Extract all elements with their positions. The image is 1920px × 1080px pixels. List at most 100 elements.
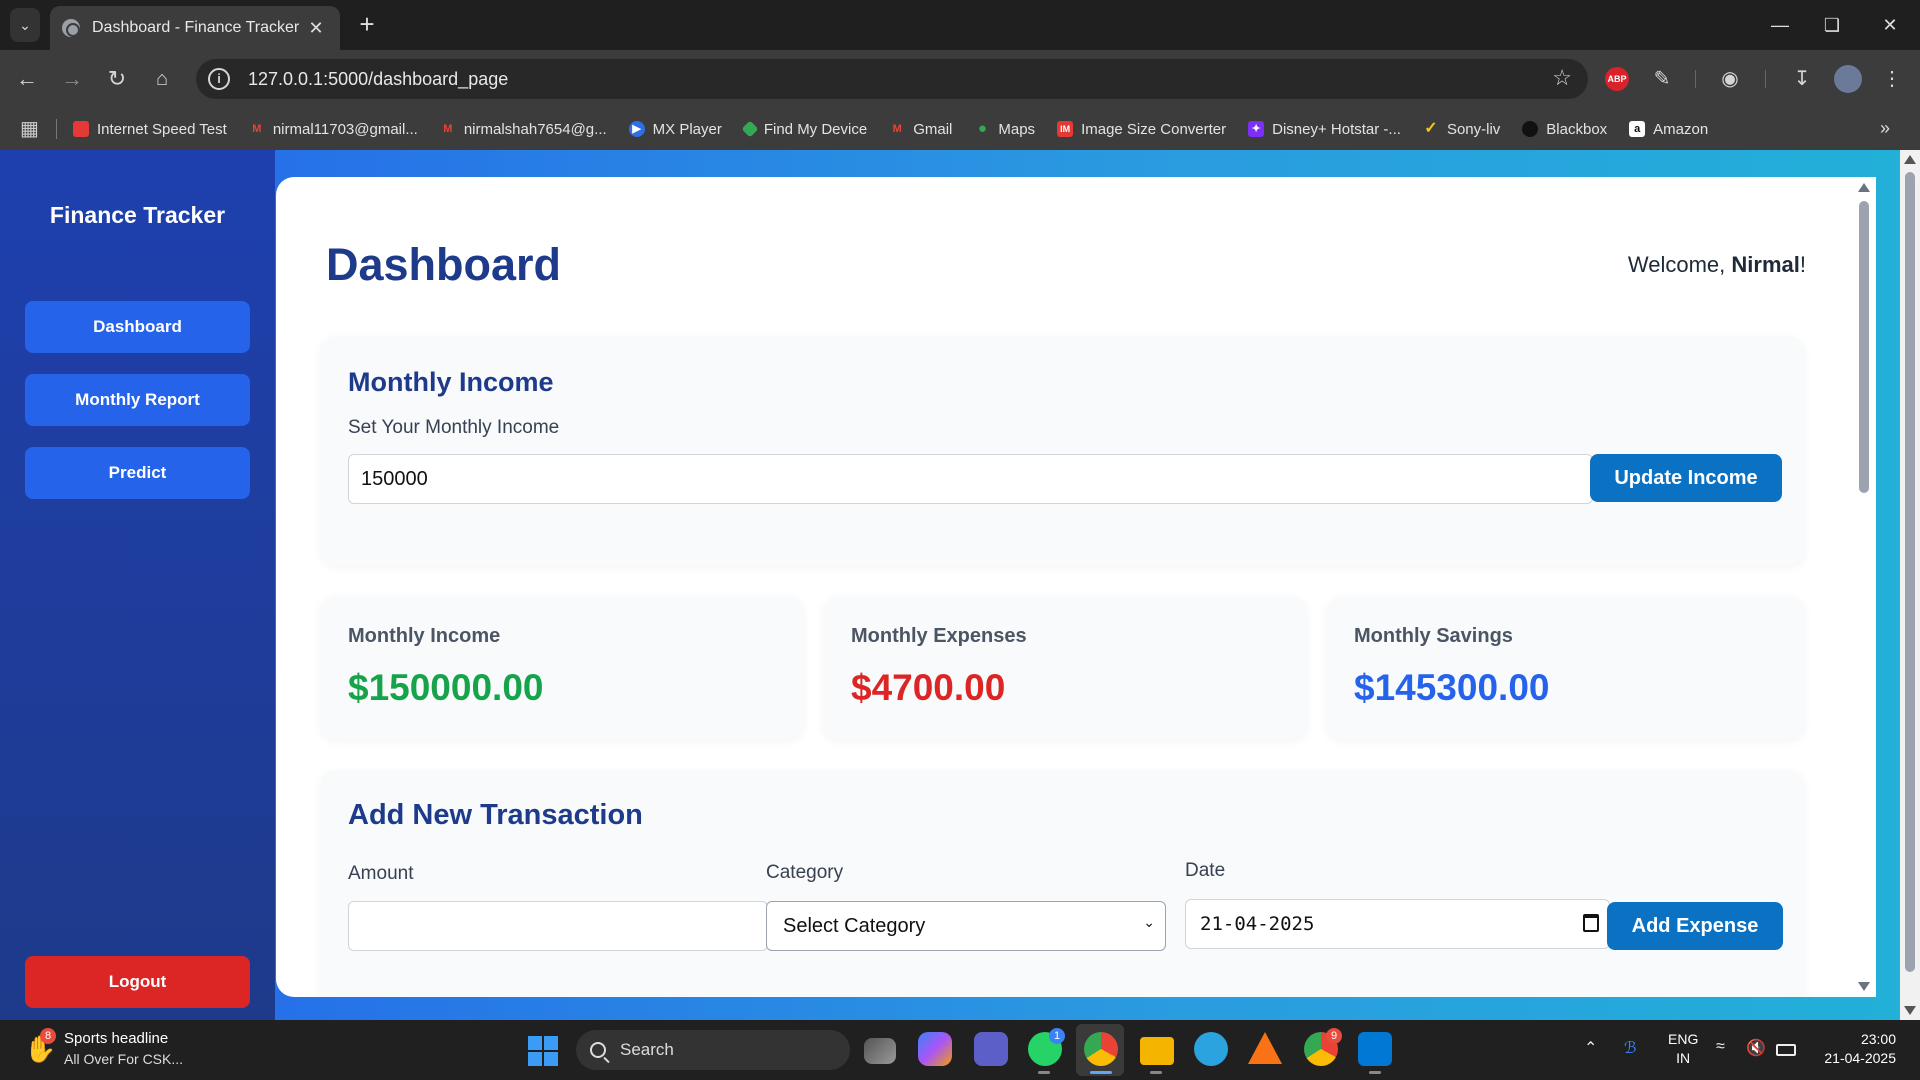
extensions-puzzle-icon[interactable]: ✎ xyxy=(1646,63,1678,95)
chrome-profile-badge: 9 xyxy=(1326,1028,1342,1044)
copilot-icon[interactable] xyxy=(918,1032,952,1066)
inner-scrollbar[interactable] xyxy=(1852,177,1876,997)
tab-search-chevron-icon[interactable]: ⌄ xyxy=(10,8,40,42)
monthly-income-input[interactable]: 150000 xyxy=(348,454,1593,504)
sidebar-item-dashboard[interactable]: Dashboard xyxy=(25,301,250,353)
reload-icon[interactable]: ↻ xyxy=(100,62,134,96)
speedometer-icon xyxy=(73,121,89,137)
logout-button[interactable]: Logout xyxy=(25,956,250,1008)
kebab-menu-icon[interactable]: ⋮ xyxy=(1876,63,1908,95)
vscode-icon[interactable] xyxy=(1358,1032,1392,1066)
page-viewport: Finance Tracker Dashboard Monthly Report… xyxy=(0,150,1920,1020)
profile-avatar[interactable] xyxy=(1834,65,1862,93)
blackbox-icon xyxy=(1522,121,1539,137)
address-bar[interactable]: i 127.0.0.1:5000/dashboard_page ☆ xyxy=(196,59,1588,99)
bookmark-blackbox[interactable]: Blackbox xyxy=(1522,121,1607,138)
minimize-icon[interactable]: — xyxy=(1760,8,1800,42)
bookmarks-bar: ▦ Internet Speed Test Mnirmal11703@gmail… xyxy=(0,108,1920,150)
sidebar-item-predict[interactable]: Predict xyxy=(25,447,250,499)
browser-tab-bar: ⌄ Dashboard - Finance Tracker ✕ + — ❏ ✕ xyxy=(0,0,1920,50)
wifi-icon[interactable]: ≈ xyxy=(1716,1038,1725,1056)
category-label: Category xyxy=(766,862,844,883)
bookmark-mx-player[interactable]: ▶ MX Player xyxy=(628,121,722,138)
find-device-icon xyxy=(741,120,759,138)
speaker-muted-icon[interactable]: 🔇 xyxy=(1746,1038,1766,1058)
home-icon[interactable]: ⌂ xyxy=(145,62,179,96)
new-tab-plus-icon[interactable]: + xyxy=(352,10,382,40)
bookmark-gmail-account-2[interactable]: Mnirmalshah7654@g... xyxy=(440,121,606,138)
telegram-icon[interactable] xyxy=(1194,1032,1228,1066)
task-view-icon[interactable] xyxy=(864,1038,896,1064)
stat-card-expenses: Monthly Expenses $4700.00 xyxy=(824,597,1306,739)
running-indicator xyxy=(1150,1071,1162,1074)
bluetooth-icon[interactable]: ℬ xyxy=(1624,1038,1637,1058)
bookmarks-divider xyxy=(56,119,57,139)
stat-value-income: $150000.00 xyxy=(348,667,544,708)
taskbar-search[interactable]: Search xyxy=(576,1030,850,1070)
page-title: Dashboard xyxy=(326,239,562,290)
page-scrollbar[interactable] xyxy=(1900,150,1920,1020)
bookmark-gmail[interactable]: M Gmail xyxy=(889,121,953,138)
browser-toolbar: ← → ↻ ⌂ i 127.0.0.1:5000/dashboard_page … xyxy=(0,50,1920,108)
bookmark-star-icon[interactable]: ☆ xyxy=(1552,65,1572,91)
date-input[interactable]: 21-04-2025 xyxy=(1185,899,1610,949)
add-expense-button[interactable]: Add Expense xyxy=(1607,902,1783,950)
system-clock[interactable]: 23:00 21-04-2025 xyxy=(1824,1030,1896,1068)
forward-arrow-icon[interactable]: → xyxy=(55,62,89,96)
bookmark-sony-liv[interactable]: ✓ Sony-liv xyxy=(1423,121,1500,138)
category-select[interactable]: Select Category ⌄ xyxy=(766,901,1166,951)
language-indicator[interactable]: ENG IN xyxy=(1668,1030,1698,1068)
bookmark-maps[interactable]: ● Maps xyxy=(974,121,1035,138)
news-subtitle: All Over For CSK... xyxy=(64,1051,184,1067)
stat-label-savings: Monthly Savings xyxy=(1354,625,1513,647)
chevron-down-icon: ⌄ xyxy=(1143,914,1155,930)
date-value: 21-04-2025 xyxy=(1200,913,1315,935)
bookmark-image-size-converter[interactable]: IM Image Size Converter xyxy=(1057,121,1226,138)
bookmark-find-my-device[interactable]: Find My Device xyxy=(741,120,867,138)
apps-grid-icon[interactable]: ▦ xyxy=(20,118,42,140)
scroll-up-arrow-icon[interactable] xyxy=(1858,183,1870,192)
page-scroll-up-icon[interactable] xyxy=(1904,155,1916,164)
news-title: Sports headline xyxy=(64,1030,169,1047)
back-arrow-icon[interactable]: ← xyxy=(10,62,44,96)
browser-tab-active[interactable]: Dashboard - Finance Tracker ✕ xyxy=(50,6,340,50)
amazon-icon: a xyxy=(1629,121,1646,137)
bookmark-amazon[interactable]: a Amazon xyxy=(1629,121,1708,138)
vlc-icon[interactable] xyxy=(1248,1032,1282,1064)
stat-label-income: Monthly Income xyxy=(348,625,501,647)
bookmark-disney-hotstar[interactable]: ✦ Disney+ Hotstar -... xyxy=(1248,121,1401,138)
file-explorer-icon[interactable] xyxy=(1140,1037,1174,1065)
bookmark-internet-speed-test[interactable]: Internet Speed Test xyxy=(73,121,227,138)
sidebar: Finance Tracker Dashboard Monthly Report… xyxy=(0,150,275,1020)
main-content: Dashboard Welcome, Nirmal! Monthly Incom… xyxy=(276,177,1876,997)
bookmark-gmail-account-1[interactable]: Mnirmal11703@gmail... xyxy=(249,121,418,138)
show-hidden-icons-chevron-icon[interactable]: ⌃ xyxy=(1584,1038,1597,1058)
amount-input[interactable] xyxy=(348,901,768,951)
page-scroll-thumb[interactable] xyxy=(1905,172,1915,972)
battery-icon[interactable] xyxy=(1776,1044,1796,1056)
mx-player-icon: ▶ xyxy=(628,121,645,137)
user-name: Nirmal xyxy=(1731,252,1800,277)
download-icon[interactable]: ↧ xyxy=(1786,63,1818,95)
chrome-icon[interactable] xyxy=(1084,1032,1118,1066)
inner-scroll-thumb[interactable] xyxy=(1859,201,1869,493)
calendar-icon[interactable] xyxy=(1583,914,1599,932)
windows-start-icon[interactable] xyxy=(528,1036,558,1066)
site-info-icon[interactable]: i xyxy=(208,68,230,90)
adblock-plus-icon[interactable]: ABP xyxy=(1605,67,1629,91)
brand-title: Finance Tracker xyxy=(49,202,226,228)
more-bookmarks-chevron-icon[interactable]: » xyxy=(1880,118,1890,139)
clock-time: 23:00 xyxy=(1860,1031,1896,1047)
windows-taskbar: ✋ 8 Sports headline All Over For CSK... … xyxy=(0,1020,1920,1080)
teams-icon[interactable] xyxy=(974,1032,1008,1066)
restore-icon[interactable]: ❏ xyxy=(1812,8,1852,42)
scroll-down-arrow-icon[interactable] xyxy=(1858,982,1870,991)
incognito-icon[interactable]: ◉ xyxy=(1714,63,1746,95)
add-transaction-heading: Add New Transaction xyxy=(348,799,643,831)
page-scroll-down-icon[interactable] xyxy=(1904,1006,1916,1015)
stat-value-savings: $145300.00 xyxy=(1354,667,1550,708)
close-tab-icon[interactable]: ✕ xyxy=(304,18,328,39)
sidebar-item-monthly-report[interactable]: Monthly Report xyxy=(25,374,250,426)
update-income-button[interactable]: Update Income xyxy=(1590,454,1782,502)
window-close-icon[interactable]: ✕ xyxy=(1870,8,1910,42)
